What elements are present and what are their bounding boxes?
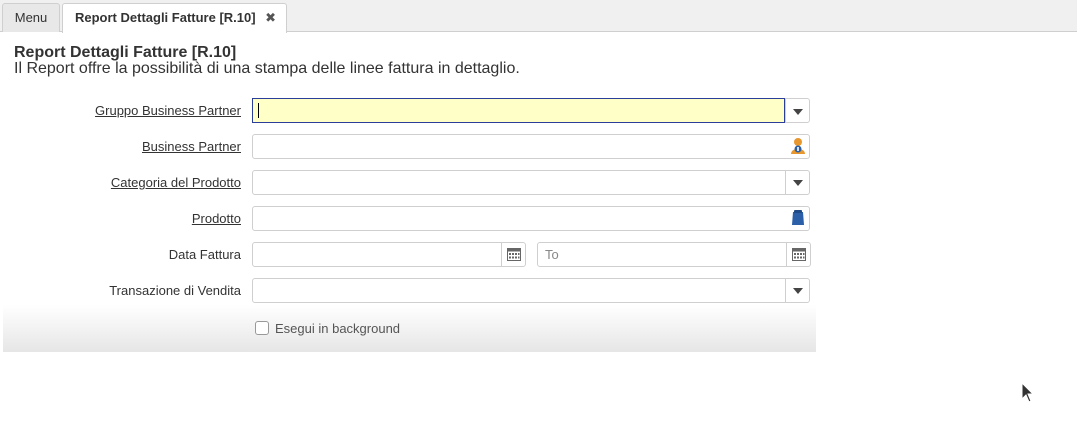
- person-search-icon: [790, 138, 805, 154]
- close-icon[interactable]: ✖: [265, 4, 276, 31]
- categoria-label[interactable]: Categoria del Prodotto: [111, 170, 241, 195]
- transazione-select[interactable]: [252, 278, 810, 303]
- background-checkbox[interactable]: [255, 321, 269, 335]
- data-fattura-label: Data Fattura: [168, 247, 241, 262]
- bp-search-button[interactable]: [785, 134, 810, 159]
- calendar-icon: [792, 248, 806, 261]
- mouse-pointer-icon: [1021, 382, 1035, 403]
- prodotto-search-button[interactable]: [785, 206, 810, 231]
- calendar-icon: [507, 248, 521, 261]
- gruppo-bp-dropdown-button[interactable]: [785, 98, 810, 123]
- bp-input[interactable]: [252, 134, 810, 159]
- data-to-placeholder: To: [545, 247, 559, 262]
- tab-bar: Menu Report Dettagli Fatture [R.10] ✖: [0, 0, 1077, 33]
- product-search-icon: [791, 210, 804, 225]
- prodotto-label[interactable]: Prodotto: [192, 206, 241, 231]
- tab-menu-label: Menu: [14, 10, 48, 25]
- data-from-calendar-button[interactable]: [501, 242, 526, 267]
- chevron-down-icon: [793, 109, 803, 115]
- data-fattura-to-input[interactable]: To: [537, 242, 811, 267]
- tab-report-label: Report Dettagli Fatture [R.10]: [75, 10, 256, 25]
- transazione-dropdown-button[interactable]: [785, 278, 810, 303]
- tab-report[interactable]: Report Dettagli Fatture [R.10] ✖: [62, 3, 287, 33]
- categoria-select[interactable]: [252, 170, 810, 195]
- data-to-calendar-button[interactable]: [786, 242, 811, 267]
- categoria-dropdown-button[interactable]: [785, 170, 810, 195]
- gruppo-bp-input[interactable]: [252, 98, 785, 123]
- data-fattura-from-input[interactable]: [252, 242, 526, 267]
- background-checkbox-label[interactable]: Esegui in background: [275, 321, 400, 337]
- action-bar: [3, 305, 816, 352]
- page-description: Il Report offre la possibilità di una st…: [14, 60, 520, 77]
- prodotto-input[interactable]: [252, 206, 810, 231]
- transazione-label: Transazione di Vendita: [109, 283, 241, 298]
- tab-menu[interactable]: Menu: [2, 3, 60, 32]
- bp-label[interactable]: Business Partner: [142, 134, 241, 159]
- text-caret: [258, 103, 259, 118]
- gruppo-bp-label[interactable]: Gruppo Business Partner: [95, 98, 241, 123]
- chevron-down-icon: [793, 180, 803, 186]
- chevron-down-icon: [793, 288, 803, 294]
